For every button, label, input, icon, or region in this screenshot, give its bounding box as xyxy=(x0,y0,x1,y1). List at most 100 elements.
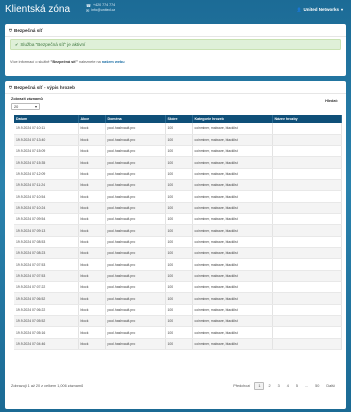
pagination-page[interactable]: 3 xyxy=(275,383,283,389)
table-cell: 19.9.2024 07:07:53 xyxy=(14,258,79,271)
table-cell: block xyxy=(78,213,106,226)
table-cell: block xyxy=(78,202,106,215)
table-cell xyxy=(272,134,342,147)
table-cell: 19.9.2024 07:15:35 xyxy=(14,156,79,169)
pagination-page[interactable]: 5 xyxy=(293,383,301,389)
column-header[interactable]: Kategorie hrozeb xyxy=(192,115,273,123)
table-cell: pool.hashvault.pro xyxy=(105,315,166,328)
pagination-page[interactable]: ... xyxy=(302,383,311,389)
table-cell: 100 xyxy=(165,281,193,294)
alert-text: Služba "Bezpečná síť" je aktivní xyxy=(20,42,86,47)
pagination-page[interactable]: 4 xyxy=(284,383,292,389)
table-cell xyxy=(272,281,342,294)
user-menu[interactable]: 👤 United Networks ▾ xyxy=(296,7,343,12)
security-card-title-text: Bezpečná síť xyxy=(14,28,43,33)
pagination-page[interactable]: 50 xyxy=(312,383,322,389)
table-cell: block xyxy=(78,247,106,260)
table-cell: 100 xyxy=(165,190,193,203)
table-cell: 19.9.2024 07:11:24 xyxy=(14,179,79,192)
page-size-label: Zobrazit záznamů xyxy=(11,97,43,101)
table-row: 19.9.2024 07:10:11 block pool.hashvault.pr… xyxy=(14,123,342,135)
table-cell: pool.hashvault.pro xyxy=(105,292,166,305)
table-row: 19.9.2024 07:06:22 block pool.hashvault.pr… xyxy=(14,304,342,317)
table-cell: block xyxy=(78,281,106,294)
table-cell: 100 xyxy=(165,179,193,192)
table-cell: pool.hashvault.pro xyxy=(105,270,166,283)
table-cell: 100 xyxy=(165,270,193,283)
table-cell: 100 xyxy=(165,326,193,339)
page-size-value: 20 xyxy=(14,104,19,109)
table-cell: 19.9.2024 07:12:09 xyxy=(14,168,79,181)
mail-icon: ✉ xyxy=(86,7,90,13)
phone-icon: ☎ xyxy=(86,2,91,8)
table-row: 19.9.2024 07:06:52 block pool.hashvault.pr… xyxy=(14,292,342,305)
table-cell: pool.hashvault.pro xyxy=(105,168,166,181)
pagination-page[interactable]: 1 xyxy=(254,382,265,390)
table-cell: coinminer, malware, blacklist xyxy=(192,134,273,147)
table-cell xyxy=(272,224,342,237)
table-cell: pool.hashvault.pro xyxy=(105,236,166,249)
table-cell xyxy=(272,315,342,328)
email-address[interactable]: info@united.cz xyxy=(91,8,115,13)
table-cell: coinminer, malware, blacklist xyxy=(192,236,273,249)
table-cell: block xyxy=(78,326,106,339)
table-cell: coinminer, malware, blacklist xyxy=(192,270,273,283)
table-row: 19.9.2024 07:10:54 block pool.hashvault.pr… xyxy=(14,190,342,203)
column-header[interactable]: Skóre xyxy=(165,115,193,123)
pagination-previous[interactable]: Předchozí xyxy=(230,383,253,389)
info-prefix: Více informací o službě xyxy=(10,60,50,64)
column-header[interactable]: Datum xyxy=(14,115,79,123)
table-cell: coinminer, malware, blacklist xyxy=(192,190,273,203)
table-cell xyxy=(272,304,342,317)
table-cell: coinminer, malware, blacklist xyxy=(192,123,273,135)
brand-title[interactable]: Klientská zóna xyxy=(5,4,70,15)
table-body: 19.9.2024 07:10:11 block pool.hashvault.pr… xyxy=(14,123,342,351)
table-cell: 19.9.2024 07:15:09 xyxy=(14,145,79,158)
table-cell: 100 xyxy=(165,315,193,328)
table-cell: block xyxy=(78,236,106,249)
table-cell: block xyxy=(78,123,106,135)
info-text: Více informací o službě "Bezpečná síť" n… xyxy=(10,60,125,64)
table-cell: coinminer, malware, blacklist xyxy=(192,145,273,158)
table-cell: 100 xyxy=(165,134,193,147)
table-cell: coinminer, malware, blacklist xyxy=(192,224,273,237)
table-row: 19.9.2024 07:05:52 block pool.hashvault.pr… xyxy=(14,315,342,328)
table-row: 19.9.2024 07:10:24 block pool.hashvault.pr… xyxy=(14,202,342,215)
table-cell: 19.9.2024 07:04:46 xyxy=(14,338,79,351)
table-cell: 19.9.2024 07:07:53 xyxy=(14,270,79,283)
column-header[interactable]: Akce xyxy=(78,115,106,123)
web-link[interactable]: našem webu xyxy=(102,60,125,64)
contact-info: ☎ +420 774 774 ✉ info@united.cz xyxy=(86,3,115,13)
table-cell: coinminer, malware, blacklist xyxy=(192,168,273,181)
column-header[interactable]: Název hrozby xyxy=(272,115,342,123)
search-input[interactable] xyxy=(298,104,338,110)
shield-icon: ⛉ xyxy=(9,27,12,33)
threats-card: ⛉ Bezpečná síť - výpis hrozeb Zobrazit z… xyxy=(5,81,346,409)
table-cell xyxy=(272,247,342,260)
table-cell xyxy=(272,258,342,271)
table-cell: block xyxy=(78,134,106,147)
column-header[interactable]: Doména xyxy=(105,115,166,123)
table-cell xyxy=(272,156,342,169)
caret-down-icon: ▾ xyxy=(340,6,343,12)
security-card-title: ⛉ Bezpečná síť xyxy=(9,28,43,33)
table-cell: block xyxy=(78,292,106,305)
page-size-select[interactable]: 20 ▾ xyxy=(11,103,40,110)
user-name: United Networks xyxy=(303,7,339,12)
table-cell: pool.hashvault.pro xyxy=(105,202,166,215)
table-cell: 100 xyxy=(165,247,193,260)
search-label: Hledat: xyxy=(325,99,338,103)
table-info: Zobrazuji 1 až 20 z celkem 1,006 záznamů xyxy=(11,384,84,388)
table-row: 19.9.2024 07:07:22 block pool.hashvault.pr… xyxy=(14,281,342,294)
pagination-page[interactable]: 2 xyxy=(265,383,273,389)
table-row: 19.9.2024 07:08:23 block pool.hashvault.pr… xyxy=(14,247,342,260)
table-cell xyxy=(272,338,342,351)
table-cell: 19.9.2024 07:07:22 xyxy=(14,281,79,294)
caret-down-icon: ▾ xyxy=(34,103,37,109)
table-cell: block xyxy=(78,270,106,283)
table-cell: coinminer, malware, blacklist xyxy=(192,156,273,169)
table-cell: 19.9.2024 07:09:13 xyxy=(14,224,79,237)
divider xyxy=(5,93,346,94)
pagination-next[interactable]: Další xyxy=(323,383,338,389)
table-cell: 19.9.2024 07:08:23 xyxy=(14,247,79,260)
